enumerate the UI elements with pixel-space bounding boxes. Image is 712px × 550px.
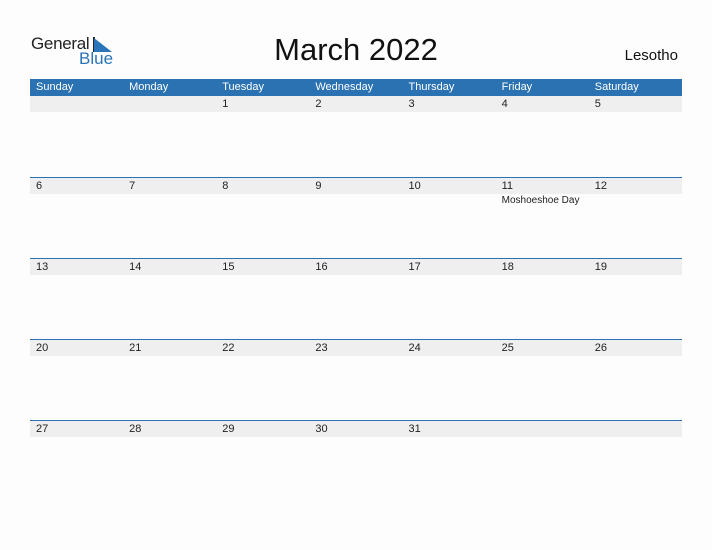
weekday-friday: Friday [501, 81, 533, 93]
week-row: 27 28 29 30 31 [30, 420, 682, 437]
day-number: 23 [315, 342, 328, 354]
day-number: 2 [315, 98, 322, 110]
day-number: 11 [501, 180, 514, 192]
day-number: 14 [129, 261, 142, 273]
holiday-label [123, 194, 216, 208]
holiday-label [216, 194, 309, 208]
day-number: 8 [222, 180, 229, 192]
holiday-label [589, 194, 682, 208]
day-number: 4 [501, 98, 508, 110]
day-number: 6 [36, 180, 43, 192]
day-number: 16 [315, 261, 328, 273]
weekday-sunday: Sunday [36, 81, 74, 93]
day-number: 21 [129, 342, 142, 354]
day-number: 29 [222, 423, 235, 435]
day-number: 26 [594, 342, 607, 354]
date-strip: 27 28 29 30 31 [30, 421, 682, 437]
weekday-wednesday: Wednesday [315, 81, 374, 93]
day-number: 12 [594, 180, 607, 192]
day-number: 5 [594, 98, 601, 110]
day-number: 30 [315, 423, 328, 435]
weekday-header: Sunday Monday Tuesday Wednesday Thursday… [30, 79, 682, 96]
day-number: 13 [36, 261, 49, 273]
day-number: 17 [408, 261, 421, 273]
day-number: 10 [408, 180, 421, 192]
day-number: 18 [501, 261, 514, 273]
weekday-tuesday: Tuesday [222, 81, 265, 93]
weekday-thursday: Thursday [408, 81, 455, 93]
day-number: 15 [222, 261, 235, 273]
day-number: 9 [315, 180, 322, 192]
week-row: 13 14 15 16 17 18 19 [30, 258, 682, 275]
holiday-label [403, 194, 496, 208]
day-number [123, 96, 216, 112]
day-number: 28 [129, 423, 142, 435]
day-number: 1 [222, 98, 229, 110]
day-number: 31 [408, 423, 421, 435]
day-number: 24 [408, 342, 421, 354]
date-strip: 6 7 8 9 10 11 12 [30, 178, 682, 194]
day-number: 22 [222, 342, 235, 354]
day-number [589, 421, 682, 437]
date-strip: 20 21 22 23 24 25 26 [30, 340, 682, 356]
weekday-monday: Monday [129, 81, 169, 93]
day-number [30, 96, 123, 112]
day-number: 3 [408, 98, 415, 110]
holiday-label [30, 194, 123, 208]
day-number: 27 [36, 423, 49, 435]
holiday-label [309, 194, 402, 208]
date-strip: 1 2 3 4 5 [30, 96, 682, 112]
week-row: 1 2 3 4 5 [30, 96, 682, 112]
day-number [496, 421, 589, 437]
day-number: 19 [594, 261, 607, 273]
weekday-saturday: Saturday [594, 81, 639, 93]
day-number: 7 [129, 180, 136, 192]
date-strip: 13 14 15 16 17 18 19 [30, 259, 682, 275]
event-row: Moshoeshoe Day [30, 194, 682, 208]
holiday-label: Moshoeshoe Day [501, 195, 580, 206]
day-number: 20 [36, 342, 49, 354]
day-number: 25 [501, 342, 514, 354]
week-row: 20 21 22 23 24 25 26 [30, 339, 682, 356]
calendar-title: March 2022 [274, 32, 438, 67]
country-label: Lesotho [624, 47, 678, 64]
week-row: 6 7 8 9 10 11 12 Moshoeshoe Day [30, 177, 682, 208]
